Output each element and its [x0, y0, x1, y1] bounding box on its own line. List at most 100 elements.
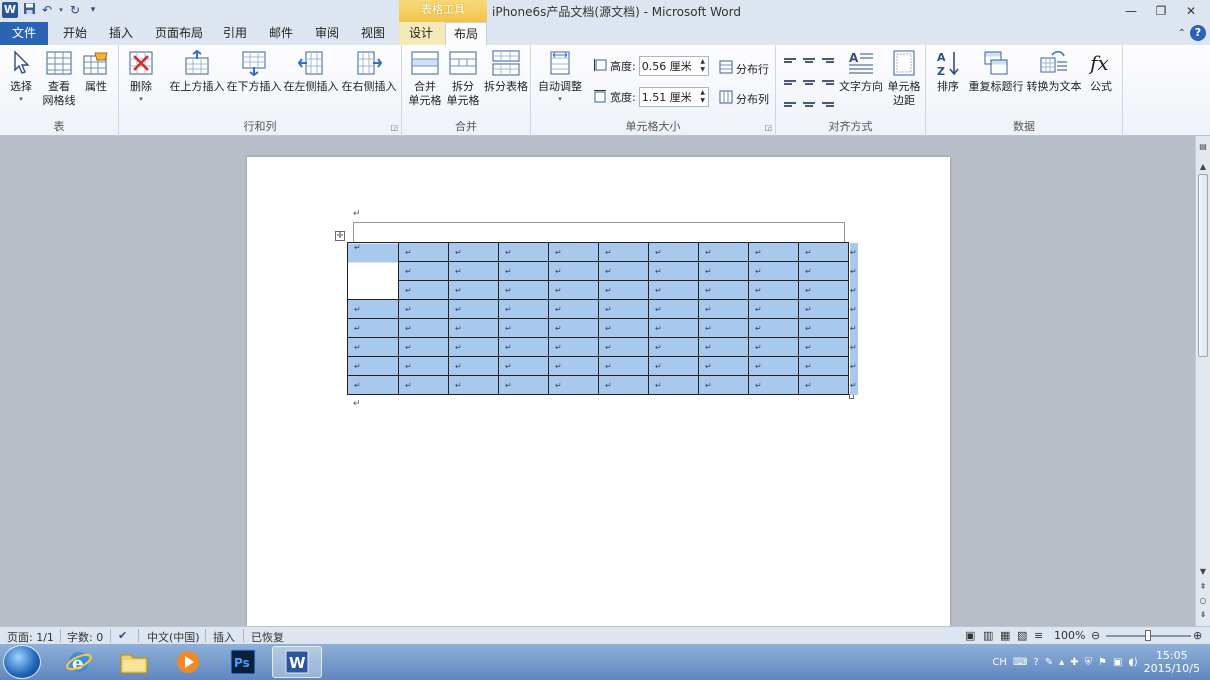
table-cell[interactable]: ↵ [448, 299, 499, 319]
table-row[interactable]: ↵ ↵ ↵ ↵ ↵ ↵ ↵ ↵ ↵ [348, 280, 849, 300]
align-bottom-right-icon[interactable] [820, 97, 837, 112]
insert-left-button[interactable]: 在左侧插入 [283, 48, 339, 94]
tab-file[interactable]: 文件 [0, 22, 48, 45]
table-cell[interactable]: ↵ [698, 261, 749, 281]
document-table[interactable]: ↵ ↵ ↵ ↵ ↵ ↵ ↵ ↵ ↵ ↵ ↵ ↵ ↵ ↵ ↵ ↵ ↵ ↵ ↵ ↵ ↵ ↵ ↵ ↵ ↵ ↵ ↵ ↵ ↵ ↵ ↵ ↵ ↵ ↵ ↵ ↵ ↵ ↵ ↵ ↵… [347, 242, 849, 395]
table-cell[interactable]: ↵ [798, 318, 849, 338]
table-cell[interactable]: ↵ [698, 337, 749, 357]
help-tray-icon[interactable]: ? [1033, 657, 1038, 668]
table-cell[interactable]: ↵ [398, 356, 449, 376]
table-cell[interactable]: ↵ [798, 242, 849, 262]
table-cell[interactable]: ↵ [448, 356, 499, 376]
vertical-scrollbar[interactable]: ▤ ▲ ▼ ⇞ ○ ⇟ [1195, 136, 1210, 626]
align-top-center-icon[interactable] [801, 53, 818, 68]
table-cell[interactable]: ↵ [598, 375, 649, 395]
table-cell[interactable]: ↵ [448, 375, 499, 395]
delete-button[interactable]: 删除 ▾ [125, 48, 157, 104]
properties-button[interactable]: 属性 [80, 48, 112, 94]
table-cell[interactable]: ↵ [498, 261, 549, 281]
system-clock[interactable]: 15:05 2015/10/5 [1144, 649, 1200, 675]
table-cell[interactable]: ↵ [448, 242, 499, 262]
document-page[interactable]: ↵ ✛ ↵ ↵ ↵ ↵ ↵ ↵ ↵ ↵ ↵ ↵ ↵ ↵ ↵ ↵ ↵ ↵ ↵ ↵ ↵ ↵ ↵ ↵ ↵ ↵ ↵ ↵ ↵ ↵ ↵ ↵ ↵ ↵ ↵ ↵ ↵ ↵… [247, 157, 950, 626]
align-middle-left-icon[interactable] [782, 75, 799, 90]
table-cell[interactable]: ↵ [398, 261, 449, 281]
help-icon[interactable]: ? [1190, 25, 1206, 41]
word-count[interactable]: 字数: 0 [67, 629, 103, 645]
table-cell[interactable]: ↵ [448, 280, 499, 300]
formula-button[interactable]: fx 公式 [1084, 48, 1118, 94]
draft-view-icon[interactable]: ≡ [1034, 629, 1043, 642]
table-cell[interactable]: ↵ [798, 280, 849, 300]
table-cell[interactable]: ↵ [548, 356, 599, 376]
select-button[interactable]: 选择 ▾ [4, 48, 38, 104]
restore-button[interactable]: ❐ [1146, 1, 1176, 21]
keyboard-icon[interactable]: ⌨ [1013, 657, 1027, 668]
tab-insert[interactable]: 插入 [100, 22, 142, 45]
full-screen-reading-view-icon[interactable]: ▥ [983, 629, 993, 642]
insert-below-button[interactable]: 在下方插入 [226, 48, 282, 94]
dropdown-arrow-icon[interactable]: ▾ [58, 6, 64, 14]
table-cell[interactable]: ↵ [548, 280, 599, 300]
width-input[interactable]: 1.51 厘米 ▲ ▼ [638, 87, 709, 107]
zoom-in-icon[interactable]: ⊕ [1193, 629, 1202, 642]
flag-icon[interactable]: ⚑ [1098, 657, 1107, 668]
split-table-button[interactable]: 拆分表格 [482, 48, 530, 94]
distribute-rows-button[interactable]: 分布行 [719, 60, 769, 77]
table-cell[interactable]: ↵ [648, 318, 699, 338]
word-app-icon[interactable]: W [2, 2, 18, 18]
previous-page-icon[interactable]: ⇞ [1196, 582, 1210, 591]
table-cell[interactable]: ↵ [548, 261, 599, 281]
undo-icon[interactable]: ↶ [40, 3, 54, 17]
table-cell[interactable]: ↵ [398, 337, 449, 357]
table-cell[interactable]: ↵ [648, 299, 699, 319]
scroll-up-icon[interactable]: ▲ [1196, 162, 1210, 171]
tab-mailings[interactable]: 邮件 [260, 22, 302, 45]
tab-review[interactable]: 审阅 [306, 22, 348, 45]
insert-above-button[interactable]: 在上方插入 [169, 48, 225, 94]
table-cell[interactable]: ↵ [748, 375, 799, 395]
tab-page-layout[interactable]: 页面布局 [148, 22, 210, 45]
tab-references[interactable]: 引用 [214, 22, 256, 45]
table-cell[interactable]: ↵ [548, 337, 599, 357]
table-cell[interactable]: ↵ [347, 375, 399, 395]
align-top-left-icon[interactable] [782, 53, 799, 68]
table-cell[interactable]: ↵ [448, 337, 499, 357]
table-cell[interactable]: ↵ [347, 318, 399, 338]
tab-home[interactable]: 开始 [54, 22, 96, 45]
table-cell[interactable]: ↵ [748, 318, 799, 338]
print-layout-view-icon[interactable]: ▣ [965, 629, 975, 642]
table-cell[interactable]: ↵ [748, 242, 799, 262]
word-taskbar-icon[interactable]: W [272, 646, 322, 678]
internet-explorer-icon[interactable]: e [54, 646, 104, 678]
table-cell[interactable]: ↵ [548, 318, 599, 338]
table-cell[interactable]: ↵ [347, 299, 399, 319]
text-direction-button[interactable]: A 文字方向 [838, 48, 884, 94]
table-row[interactable]: ↵ ↵ ↵ ↵ ↵ ↵ ↵ ↵ ↵ ↵ [347, 299, 849, 319]
table-move-handle-icon[interactable]: ✛ [335, 231, 345, 241]
redo-icon[interactable]: ↻ [68, 3, 82, 17]
height-input[interactable]: 0.56 厘米 ▲ ▼ [638, 56, 709, 76]
table-row[interactable]: ↵ ↵ ↵ ↵ ↵ ↵ ↵ ↵ ↵ ↵ [347, 318, 849, 338]
ruler-toggle-icon[interactable]: ▤ [1196, 142, 1210, 151]
table-cell[interactable]: ↵ [398, 375, 449, 395]
table-cell[interactable]: ↵ [498, 356, 549, 376]
web-layout-view-icon[interactable]: ▦ [1000, 629, 1010, 642]
security-shield-icon[interactable]: ⛨ [1085, 657, 1093, 668]
table-cell[interactable]: ↵ [498, 299, 549, 319]
zoom-level[interactable]: 100% [1054, 629, 1085, 642]
convert-to-text-button[interactable]: 转换为文本 [1026, 48, 1082, 94]
align-bottom-center-icon[interactable] [801, 97, 818, 112]
update-icon[interactable]: ✚ [1070, 657, 1078, 668]
table-cell[interactable]: ↵ [798, 261, 849, 281]
table-cell[interactable]: ↵ [748, 280, 799, 300]
table-cell[interactable]: ↵ [598, 242, 649, 262]
table-cell[interactable]: ↵ [648, 375, 699, 395]
table-cell[interactable]: ↵ [648, 356, 699, 376]
sort-button[interactable]: AZ 排序 [932, 48, 964, 94]
dialog-launcher-icon[interactable]: ◲ [764, 123, 772, 132]
table-cell[interactable]: ↵ [698, 375, 749, 395]
table-cell[interactable]: ↵ [648, 261, 699, 281]
table-row[interactable]: ↵ ↵ ↵ ↵ ↵ ↵ ↵ ↵ ↵ ↵ [347, 356, 849, 376]
table-cell[interactable]: ↵ [347, 337, 399, 357]
tab-layout[interactable]: 布局 [445, 22, 487, 45]
